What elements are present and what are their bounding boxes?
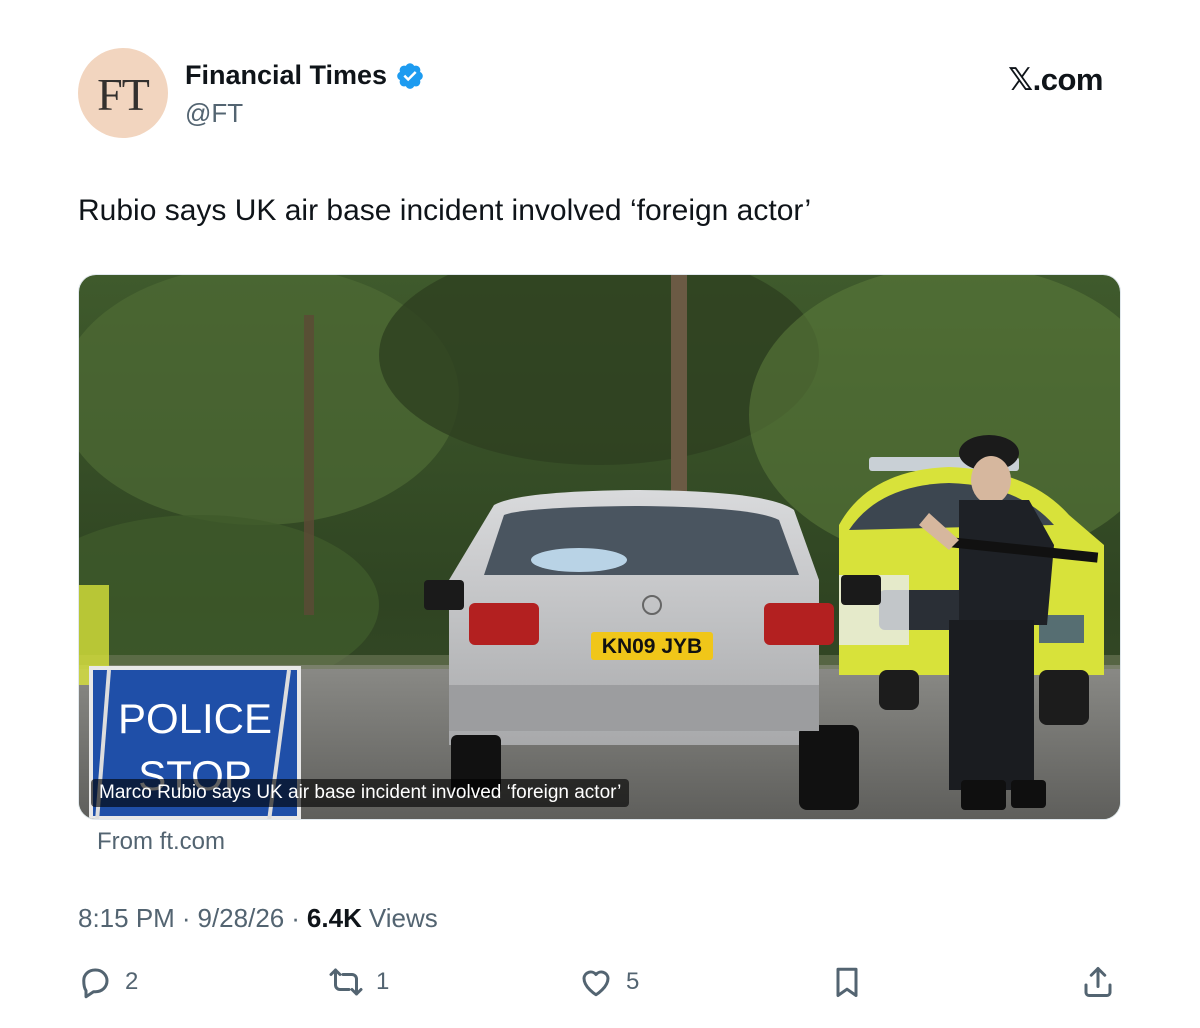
- meta-separator: ·: [291, 903, 300, 933]
- site-logo: 𝕏.com: [1008, 62, 1103, 97]
- handle[interactable]: @FT: [185, 98, 243, 129]
- reply-count: 2: [125, 968, 139, 995]
- card-caption: Marco Rubio says UK air base incident in…: [91, 779, 630, 807]
- share-icon: [1084, 967, 1112, 997]
- share-button[interactable]: [1080, 964, 1116, 1000]
- news-photo: KN09 JYB POLICE STOP: [79, 275, 1120, 819]
- display-name[interactable]: Financial Times: [185, 60, 387, 91]
- tweet-text: Rubio says UK air base incident involved…: [78, 194, 812, 227]
- bookmark-button[interactable]: [829, 964, 865, 1000]
- like-count: 5: [626, 968, 640, 995]
- repost-button[interactable]: 1: [328, 964, 389, 1000]
- repost-count: 1: [376, 968, 390, 995]
- like-icon: [582, 970, 610, 997]
- like-button[interactable]: 5: [578, 964, 639, 1000]
- repost-icon: [329, 968, 363, 996]
- tweet-date[interactable]: 9/28/26: [198, 903, 285, 934]
- avatar-initials: FT: [97, 68, 150, 120]
- sign-line-police: POLICE: [118, 695, 272, 742]
- views-count: 6.4K: [306, 903, 362, 933]
- tweet-time[interactable]: 8:15 PM: [78, 903, 175, 934]
- link-card-image[interactable]: KN09 JYB POLICE STOP Marco Rubio says UK…: [78, 274, 1121, 820]
- reply-button[interactable]: 2: [77, 964, 138, 1000]
- card-source[interactable]: From ft.com: [97, 828, 225, 856]
- bookmark-icon: [836, 967, 858, 997]
- meta-separator: ·: [181, 903, 191, 933]
- views-label: Views: [368, 903, 438, 933]
- reply-icon: [82, 968, 109, 999]
- verified-badge-icon: [395, 61, 425, 91]
- tweet-meta: 8:15 PM · 9/28/26 · 6.4K Views: [78, 903, 438, 934]
- license-plate: KN09 JYB: [602, 635, 702, 658]
- author-name-row: Financial Times: [185, 60, 425, 91]
- avatar[interactable]: FT: [78, 48, 168, 138]
